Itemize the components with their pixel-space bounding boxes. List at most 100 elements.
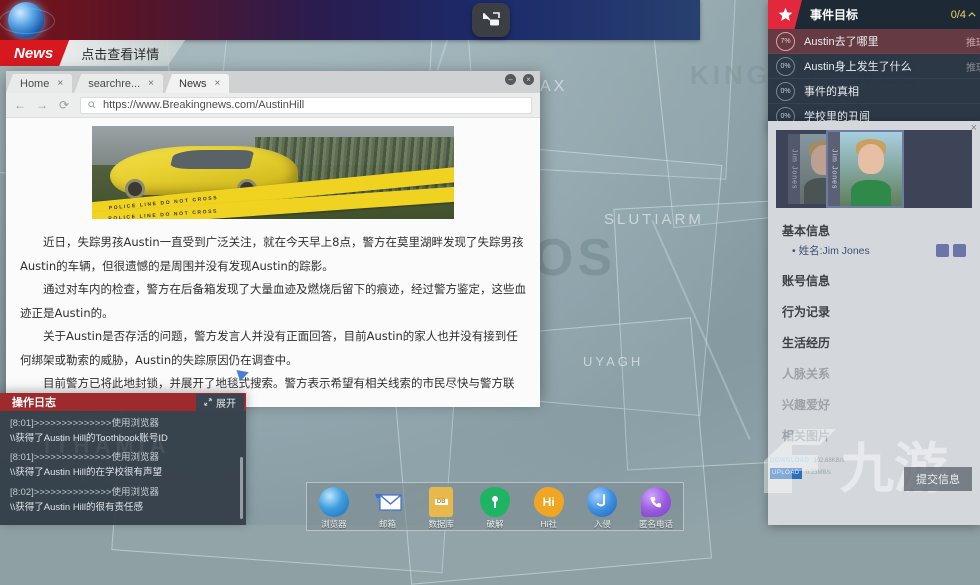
dock-app-crack[interactable]: 破解: [472, 487, 518, 530]
dossier-row-actions[interactable]: [936, 244, 966, 257]
chevron-up-icon[interactable]: [968, 11, 976, 18]
dossier-section-relations[interactable]: 人脉关系: [782, 365, 966, 382]
portrait-card-selected[interactable]: Jim Jones: [828, 132, 902, 206]
tab-label: Home: [20, 77, 50, 90]
url-text: https://www.Breakingnews.com/AustinHill: [103, 99, 305, 111]
browser-tab-news[interactable]: News ×: [165, 74, 230, 93]
article-paragraph: 关于Austin是否存活的问题，警方发言人并没有正面回答，目前Austin的家人…: [20, 329, 518, 367]
tab-close-icon[interactable]: ×: [215, 78, 221, 89]
collapse-window-icon: [482, 12, 500, 26]
browser-window[interactable]: Home × searchre... × News × – × ← → ⟳ ht…: [6, 71, 540, 407]
map-label-uyagh: UYAGH: [583, 354, 644, 369]
goal-progress: 7%: [776, 31, 795, 51]
browser-toolbar[interactable]: ← → ⟳ https://www.Breakingnews.com/Austi…: [6, 93, 540, 118]
operation-log-header: 操作日志 展开: [0, 393, 246, 411]
dossier-section-behavior[interactable]: 行为记录: [782, 303, 966, 320]
goal-tag: 推理: [966, 62, 980, 74]
log-entry-body: \\获得了Austin Hill的在学校很有声望: [10, 467, 163, 479]
goal-item-1[interactable]: 0% Austin身上发生了什么 推理: [768, 54, 980, 79]
download-value: 102.68KB/s: [813, 458, 845, 465]
dock-app-database[interactable]: DB 数据库: [418, 487, 464, 530]
event-goals-panel[interactable]: 事件目标 0/4 7% Austin去了哪里 推理 0% Austin身上发生了…: [768, 0, 980, 129]
character-dossier-panel[interactable]: × Jim Jones Jim Jones 基本信息 • 姓名:Jim Jone…: [764, 121, 980, 525]
url-input[interactable]: https://www.Breakingnews.com/AustinHill: [80, 96, 532, 114]
log-entry-head: [8:02]>>>>>>>>>>>>>>使用浏览器: [10, 486, 159, 498]
dock-app-phone[interactable]: 匿名电话: [633, 487, 679, 530]
tab-label: searchre...: [88, 77, 141, 90]
dock-app-browser[interactable]: 浏览器: [311, 487, 357, 530]
dock-label: 邮箱: [379, 519, 397, 529]
database-icon: DB: [429, 487, 454, 517]
phone-icon: [641, 487, 672, 517]
operation-log-panel[interactable]: 操作日志 展开 ITHAMIA [8:01]>>>>>>>>>>>>>>使用浏览…: [0, 393, 246, 525]
hook-icon: [587, 487, 618, 517]
log-scrollbar[interactable]: [240, 457, 243, 519]
expand-arrows-icon: [204, 398, 212, 406]
minimize-button[interactable]: –: [505, 74, 516, 85]
dossier-section-account-info[interactable]: 账号信息: [782, 272, 966, 289]
dossier-row-name[interactable]: • 姓名:Jim Jones: [782, 243, 966, 258]
top-banner: [0, 0, 700, 40]
goal-item-0[interactable]: 7% Austin去了哪里 推理: [768, 29, 980, 54]
portrait-name-spine: Jim Jones: [788, 134, 800, 204]
event-goals-count: 0/4: [951, 9, 976, 21]
mail-icon: [373, 487, 403, 517]
browser-tab-home[interactable]: Home ×: [6, 74, 73, 93]
dossier-section-hobbies[interactable]: 兴趣爱好: [782, 396, 966, 413]
dock-app-hook[interactable]: 入侵: [579, 487, 625, 530]
upload-value: 0.23MB/s: [805, 469, 832, 476]
submit-info-button[interactable]: 提交信息: [904, 467, 972, 491]
app-dock[interactable]: 浏览器 邮箱 DB 数据库 破解 Hi Hi社 入侵 匿名电话: [306, 482, 684, 531]
goal-label: Austin身上发生了什么: [804, 61, 912, 73]
tab-label: News: [179, 77, 207, 90]
goal-label: 事件的真相: [804, 86, 859, 98]
expand-log-button[interactable]: 展开: [196, 393, 244, 411]
crack-icon: [479, 487, 510, 517]
event-goals-title: 事件目标: [810, 8, 859, 22]
forward-icon[interactable]: →: [36, 98, 48, 112]
operation-log-title: 操作日志: [12, 397, 56, 409]
globe-icon: [0, 2, 55, 38]
back-icon[interactable]: ←: [14, 98, 26, 112]
dock-app-mail[interactable]: 邮箱: [365, 487, 411, 530]
dossier-section-photos[interactable]: 相关图片: [782, 427, 966, 444]
operation-log-list[interactable]: ITHAMIA [8:01]>>>>>>>>>>>>>>使用浏览器 \\获得了A…: [0, 411, 246, 531]
network-upload-row: UPLOAD 0.23MB/s: [770, 467, 844, 479]
network-stats: DOWNLOAD 102.68KB/s UPLOAD 0.23MB/s: [770, 456, 844, 479]
news-ticker-bar[interactable]: News 点击查看详情: [0, 40, 186, 66]
crime-scene-photo: POLICE LINE DO NOT CROSS POLICE LINE DO …: [92, 126, 454, 219]
event-goals-header: 事件目标 0/4: [768, 0, 980, 29]
dock-app-hi[interactable]: Hi Hi社: [526, 487, 572, 530]
close-button[interactable]: ×: [523, 74, 534, 85]
dossier-section-life[interactable]: 生活经历: [782, 334, 966, 351]
dock-label: Hi社: [540, 519, 557, 529]
key-icon[interactable]: [936, 244, 949, 257]
tab-close-icon[interactable]: ×: [57, 78, 63, 89]
tab-close-icon[interactable]: ×: [148, 78, 154, 89]
reload-icon[interactable]: ⟳: [58, 98, 70, 112]
browser-tab-searchre[interactable]: searchre... ×: [74, 74, 163, 93]
news-ticker-text[interactable]: 点击查看详情: [59, 40, 186, 66]
note-icon[interactable]: [953, 244, 966, 257]
goal-tag: 推理: [966, 37, 980, 49]
map-label-slutiarm: SLUTIARM: [604, 211, 704, 228]
dock-label: 破解: [486, 519, 504, 529]
upload-label: UPLOAD: [770, 467, 802, 479]
log-entry-body: \\获得了Austin Hill的Toothbook账号ID: [10, 432, 168, 444]
browser-icon: [318, 487, 349, 517]
article-paragraph: 通过对车内的检查，警方在后备箱发现了大量血迹及燃烧后留下的痕迹，经过警方鉴定，这…: [20, 282, 526, 320]
goal-item-2[interactable]: 0% 事件的真相: [768, 79, 980, 104]
goal-label: Austin去了哪里: [804, 36, 879, 48]
window-controls[interactable]: – ×: [505, 74, 534, 85]
dock-label: 入侵: [593, 519, 611, 529]
download-label: DOWNLOAD: [770, 458, 810, 465]
browser-tabstrip[interactable]: Home × searchre... × News × – ×: [6, 71, 540, 93]
news-article-body: 近日，失踪男孩Austin一直受到广泛关注，就在今天早上8点，警方在莫里湖畔发现…: [20, 231, 526, 407]
portrait-name-spine: Jim Jones: [828, 132, 840, 206]
dock-label: 匿名电话: [639, 519, 674, 529]
log-entry-body: \\获得了Austin Hill的很有责任感: [10, 501, 144, 513]
portrait-gallery[interactable]: Jim Jones Jim Jones: [776, 130, 972, 208]
dossier-section-basic-info[interactable]: 基本信息: [782, 222, 966, 239]
collapse-window-button[interactable]: [472, 3, 510, 37]
dock-label: 数据库: [428, 519, 454, 529]
